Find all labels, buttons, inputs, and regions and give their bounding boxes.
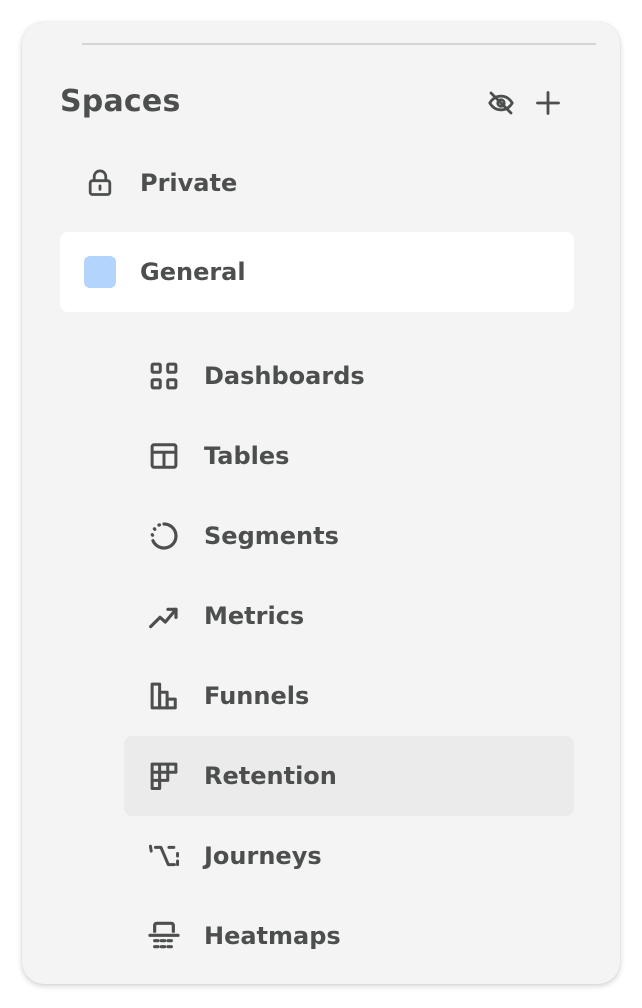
space-general[interactable]: General	[60, 232, 574, 312]
journey-icon	[146, 838, 182, 874]
nav-item-heatmaps[interactable]: Heatmaps	[124, 896, 574, 976]
nav-item-label: Segments	[204, 522, 339, 550]
lock-icon	[84, 167, 116, 199]
grid-icon	[146, 358, 182, 394]
space-label: Private	[140, 169, 238, 197]
nav-item-dashboards[interactable]: Dashboards	[124, 336, 574, 416]
nav-item-label: Funnels	[204, 682, 310, 710]
hide-spaces-button[interactable]	[484, 86, 518, 120]
add-space-button[interactable]	[531, 86, 565, 120]
nav-item-metrics[interactable]: Metrics	[124, 576, 574, 656]
space-label: General	[140, 258, 246, 286]
nav-item-funnels[interactable]: Funnels	[124, 656, 574, 736]
retention-icon	[146, 758, 182, 794]
nav-item-retention[interactable]: Retention	[124, 736, 574, 816]
heatmap-icon	[146, 918, 182, 954]
table-icon	[146, 438, 182, 474]
plus-icon	[534, 89, 562, 117]
nav-item-label: Tables	[204, 442, 290, 470]
segment-circle-icon	[146, 518, 182, 554]
eye-off-icon	[486, 88, 516, 118]
funnel-bars-icon	[146, 678, 182, 714]
nav-item-label: Retention	[204, 762, 337, 790]
trend-up-icon	[146, 598, 182, 634]
spaces-panel: Spaces Private General Dashboards Tables…	[22, 22, 620, 984]
spaces-title: Spaces	[60, 84, 181, 119]
nav-item-segments[interactable]: Segments	[124, 496, 574, 576]
nav-item-journeys[interactable]: Journeys	[124, 816, 574, 896]
spaces-header: Spaces	[60, 82, 574, 128]
nav-item-label: Journeys	[204, 842, 322, 870]
nav-item-label: Metrics	[204, 602, 305, 630]
nav-item-label: Dashboards	[204, 362, 365, 390]
space-color-swatch	[84, 256, 116, 288]
nav-item-label: Heatmaps	[204, 922, 341, 950]
color-swatch	[84, 256, 116, 288]
top-divider	[82, 43, 596, 45]
nav-item-tables[interactable]: Tables	[124, 416, 574, 496]
